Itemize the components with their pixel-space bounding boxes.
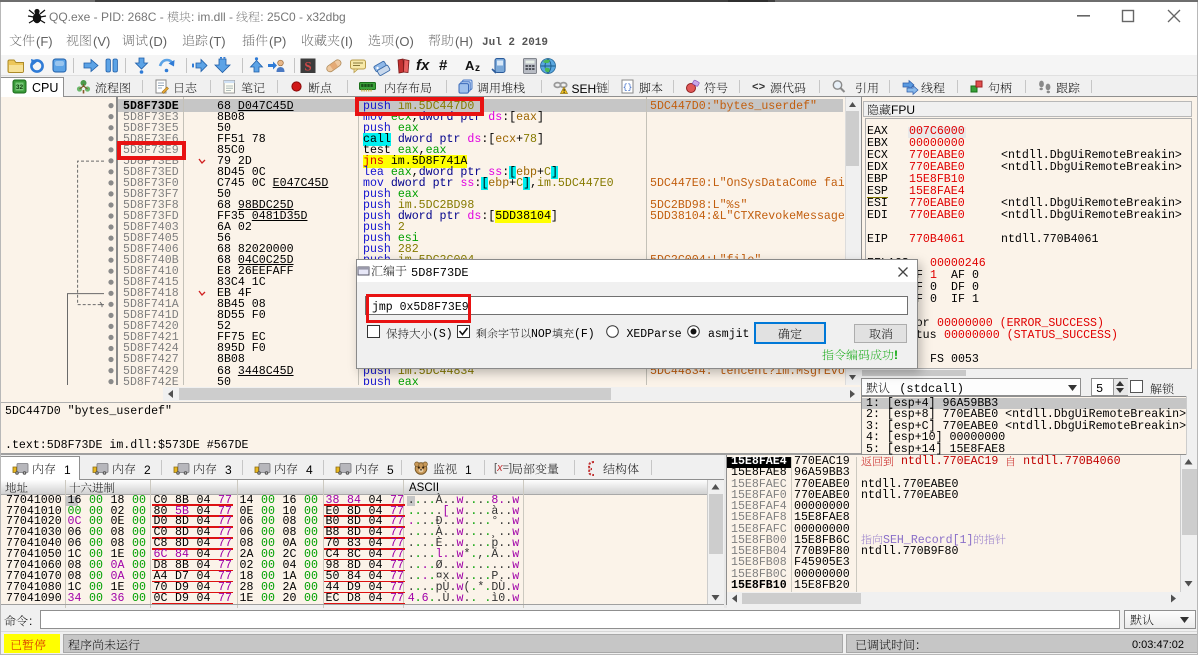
svg-text:32: 32 xyxy=(16,84,24,91)
svg-text:{}: {} xyxy=(622,84,632,93)
svg-text:S: S xyxy=(304,59,311,74)
